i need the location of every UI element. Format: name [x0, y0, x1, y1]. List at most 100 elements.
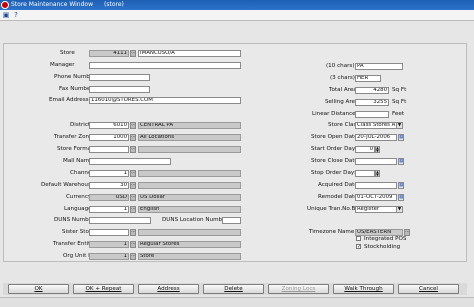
ok-repeat-button[interactable]: OK + Repeat — [73, 284, 134, 294]
district-name-field: CENTRAL PA — [138, 122, 241, 129]
stop-order-days-spinner[interactable]: ▲ ▼ — [375, 170, 380, 177]
start-order-days-spinner[interactable]: ▲ ▼ — [375, 146, 380, 153]
calendar-icon[interactable]: ▦ — [398, 194, 404, 201]
store-format-lov-button[interactable]: ⋯ — [130, 146, 136, 153]
cancel-button[interactable]: Cancel — [398, 284, 459, 294]
selling-area-unit: Sq Ft — [392, 99, 407, 105]
store-class-value: Class Stores A — [357, 122, 396, 128]
duns-number-field[interactable] — [89, 217, 151, 224]
address-button[interactable]: Address — [138, 284, 199, 294]
store-close-date-label: Store Close Date — [311, 158, 358, 164]
store-class-select[interactable]: Class Stores A ▼ — [355, 122, 403, 129]
store-close-date-field[interactable] — [355, 158, 397, 165]
org-unit-lov-button[interactable]: ⋯ — [130, 253, 136, 260]
channel-lov-button[interactable]: ⋯ — [130, 170, 136, 177]
window-context: (store) — [104, 1, 124, 8]
transfer-zone-label: Transfer Zone — [54, 134, 93, 140]
currency-lov-button[interactable]: ⋯ — [130, 194, 136, 201]
store-open-date-field[interactable]: 20-JUL-2006 — [355, 134, 397, 141]
store-maintenance-window: Store Maintenance Window (store) ▣ ? Sto… — [0, 0, 474, 307]
integrated-pos-label: Integrated POS — [364, 236, 407, 242]
transfer-zone-lov-button[interactable]: ⋯ — [130, 134, 136, 141]
transfer-entity-number-field: 1 — [89, 241, 129, 248]
selling-area-field[interactable]: 3255 — [355, 99, 389, 106]
manager-label: Manager — [50, 62, 75, 68]
linear-distance-label: Linear Distance — [312, 111, 356, 117]
sister-store-name-field — [138, 229, 241, 236]
org-unit-number-field: 1 — [89, 253, 129, 260]
store-name-field[interactable]: IMANCUSO/A — [138, 50, 241, 57]
unique-tran-label: Unique Tran.No.By — [307, 206, 359, 212]
oracle-app-icon — [1, 1, 9, 9]
selling-area-label: Selling Area — [325, 99, 359, 105]
acquired-date-label: Acquired Date — [318, 182, 358, 188]
remodel-date-field[interactable]: 01-OCT-2009 — [355, 194, 397, 201]
sister-store-field[interactable] — [89, 229, 129, 236]
store-format-name-field — [138, 146, 241, 153]
stockholding-label: Stockholding — [364, 244, 401, 250]
three-chars-label: (3 chars) — [330, 75, 355, 81]
total-area-field[interactable]: 4280 — [355, 87, 389, 94]
chevron-down-icon[interactable]: ▼ — [396, 123, 402, 128]
timezone-label: Timezone Name — [309, 229, 355, 235]
chevron-down-icon[interactable]: ▼ — [396, 207, 402, 212]
channel-field[interactable]: 1 — [89, 170, 129, 177]
transfer-entity-name-field: Regular Stores — [138, 241, 241, 248]
mall-name-field[interactable] — [89, 158, 171, 165]
transfer-zone-name-field: All Locations — [138, 134, 241, 141]
ten-chars-field[interactable]: PA — [355, 63, 403, 70]
walk-through-button[interactable]: Walk Through — [333, 284, 394, 294]
store-format-field[interactable] — [89, 146, 129, 153]
sister-store-lov-button[interactable]: ⋯ — [130, 229, 136, 236]
fax-label: Fax Number — [59, 86, 93, 92]
transfer-entity-lov-button[interactable]: ⋯ — [130, 241, 136, 248]
default-warehouse-field[interactable]: 30 — [89, 182, 129, 189]
district-label: District — [70, 122, 91, 128]
help-icon[interactable]: ? — [12, 11, 20, 19]
stop-order-days-field[interactable] — [355, 170, 375, 177]
language-lov-button[interactable]: ⋯ — [130, 206, 136, 213]
transfer-zone-number-field[interactable]: 1000 — [89, 134, 129, 141]
email-label: Email Address — [49, 97, 89, 103]
total-area-label: Total Area — [329, 87, 357, 93]
currency-code-field: USD — [89, 194, 129, 201]
store-format-label: Store Format — [57, 146, 94, 152]
delete-button[interactable]: Delete — [203, 284, 264, 294]
linear-distance-unit: Feet — [392, 111, 404, 117]
default-warehouse-name-field — [138, 182, 241, 189]
zoning-locs-button[interactable]: Zoning Locs — [268, 284, 329, 294]
duns-location-field[interactable] — [222, 217, 241, 224]
acquired-date-field[interactable] — [355, 182, 397, 189]
language-number-field[interactable]: 1 — [89, 206, 129, 213]
phone-field[interactable] — [89, 74, 150, 81]
district-number-field[interactable]: 6010 — [89, 122, 129, 129]
district-lov-button[interactable]: ⋯ — [130, 122, 136, 129]
default-warehouse-label: Default Warehouse — [41, 182, 95, 188]
calendar-icon[interactable]: ▦ — [398, 134, 404, 141]
default-warehouse-lov-button[interactable]: ⋯ — [130, 182, 136, 189]
start-order-days-field[interactable]: 0 — [355, 146, 375, 153]
linear-distance-field[interactable] — [355, 111, 389, 118]
save-icon[interactable]: ▣ — [2, 11, 10, 19]
email-field[interactable]: 116010@STORES.COM — [89, 97, 241, 104]
toolbar: ▣ ? — [0, 10, 474, 21]
store-open-date-label: Store Open Date — [311, 134, 358, 140]
calendar-icon[interactable]: ▦ — [398, 182, 404, 189]
ten-chars-label: (10 chars) — [326, 63, 355, 69]
language-label: Language — [64, 206, 92, 212]
calendar-icon[interactable]: ▦ — [398, 158, 404, 165]
store-lov-button[interactable]: ⋯ — [130, 50, 136, 57]
integrated-pos-checkbox[interactable] — [356, 236, 361, 241]
channel-name-field — [138, 170, 241, 177]
timezone-lov-button[interactable]: ⋯ — [404, 229, 410, 236]
manager-field[interactable] — [89, 62, 241, 69]
currency-label: Currency — [66, 194, 92, 200]
unique-tran-select[interactable]: Register ▼ — [355, 206, 403, 213]
store-number-field: 4111 — [89, 50, 129, 57]
fax-field[interactable] — [89, 86, 150, 93]
three-chars-field[interactable]: HER — [355, 75, 381, 82]
store-label: Store — [60, 50, 75, 56]
language-name-field: English — [138, 206, 241, 213]
stockholding-checkbox[interactable]: ✓ — [356, 244, 361, 250]
ok-button[interactable]: OK — [8, 284, 69, 294]
